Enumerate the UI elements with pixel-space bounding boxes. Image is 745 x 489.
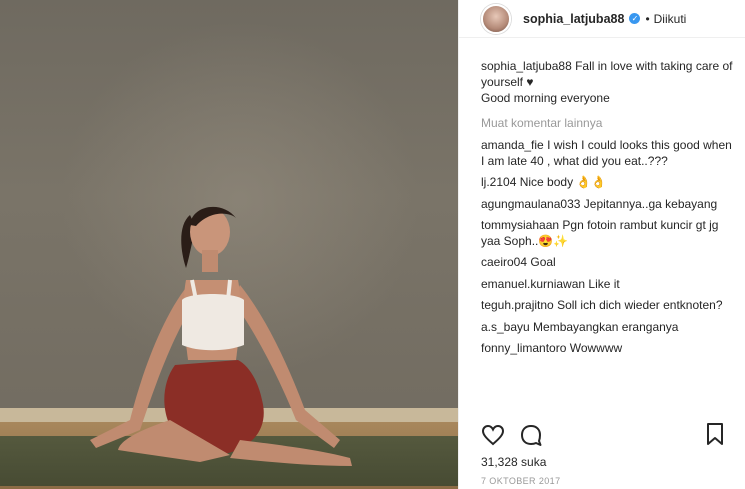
- post-date: 7 OKTOBER 2017: [481, 476, 561, 486]
- comment-item: a.s_bayu Membayangkan eranganya: [481, 320, 735, 336]
- comment-text: Like it: [588, 276, 620, 291]
- comment-item: emanuel.kurniawan Like it: [481, 277, 735, 293]
- comment-item: amanda_fie I wish I could looks this goo…: [481, 138, 735, 169]
- separator-dot: •: [645, 11, 650, 26]
- post-side-panel: sophia_latjuba88 ✓ • Diikuti sophia_latj…: [458, 0, 745, 489]
- post-caption: sophia_latjuba88 Fall in love with takin…: [481, 58, 735, 106]
- comment-username[interactable]: a.s_bayu: [481, 320, 530, 334]
- comment-username[interactable]: tommysiahaan: [481, 218, 559, 232]
- author-username[interactable]: sophia_latjuba88: [523, 12, 624, 26]
- comment-item: fonny_limantoro Wowwww: [481, 341, 735, 357]
- caption-username[interactable]: sophia_latjuba88: [481, 59, 572, 73]
- comment-icon[interactable]: [519, 423, 543, 447]
- action-bar: [481, 422, 741, 448]
- comment-item: tommysiahaan Pgn fotoin rambut kuncir gt…: [481, 218, 735, 249]
- comment-item: teguh.prajitno Soll ich dich wieder entk…: [481, 298, 735, 314]
- comment-text: Nice body 👌👌: [519, 175, 607, 189]
- post-photo[interactable]: [0, 0, 458, 489]
- comment-username[interactable]: caeiro04: [481, 255, 527, 269]
- comment-username[interactable]: amanda_fie: [481, 138, 544, 152]
- follow-button[interactable]: Diikuti: [654, 12, 687, 26]
- comment-text: Membayangkan eranganya: [533, 319, 679, 334]
- comment-list: sophia_latjuba88 Fall in love with takin…: [459, 38, 745, 357]
- comment-username[interactable]: teguh.prajitno: [481, 298, 554, 312]
- like-count[interactable]: 31,328 suka: [481, 455, 546, 469]
- load-more-comments-link[interactable]: Muat komentar lainnya: [481, 116, 735, 130]
- comment-text: Soll ich dich wieder entknoten?: [557, 298, 723, 312]
- verified-badge-icon: ✓: [629, 13, 641, 24]
- comment-item: agungmaulana033 Jepitannya..ga kebayang: [481, 197, 735, 213]
- bookmark-icon[interactable]: [703, 422, 727, 446]
- comment-text: Jepitannya..ga kebayang: [583, 196, 718, 211]
- comment-item: lj.2104 Nice body 👌👌: [481, 175, 735, 191]
- caption-text-line-2: Good morning everyone: [481, 91, 610, 105]
- comment-username[interactable]: emanuel.kurniawan: [481, 277, 585, 291]
- comment-username[interactable]: fonny_limantoro: [481, 341, 566, 355]
- post-header: sophia_latjuba88 ✓ • Diikuti: [459, 0, 745, 38]
- heart-icon[interactable]: [481, 423, 505, 447]
- comment-text: Wowwww: [569, 341, 623, 355]
- comment-text: Goal: [530, 255, 556, 269]
- comment-username[interactable]: agungmaulana033: [481, 197, 580, 211]
- avatar[interactable]: [481, 3, 511, 34]
- comment-item: caeiro04 Goal: [481, 255, 735, 271]
- woman-yoga-pose: [90, 206, 352, 466]
- comment-username[interactable]: lj.2104: [481, 175, 516, 189]
